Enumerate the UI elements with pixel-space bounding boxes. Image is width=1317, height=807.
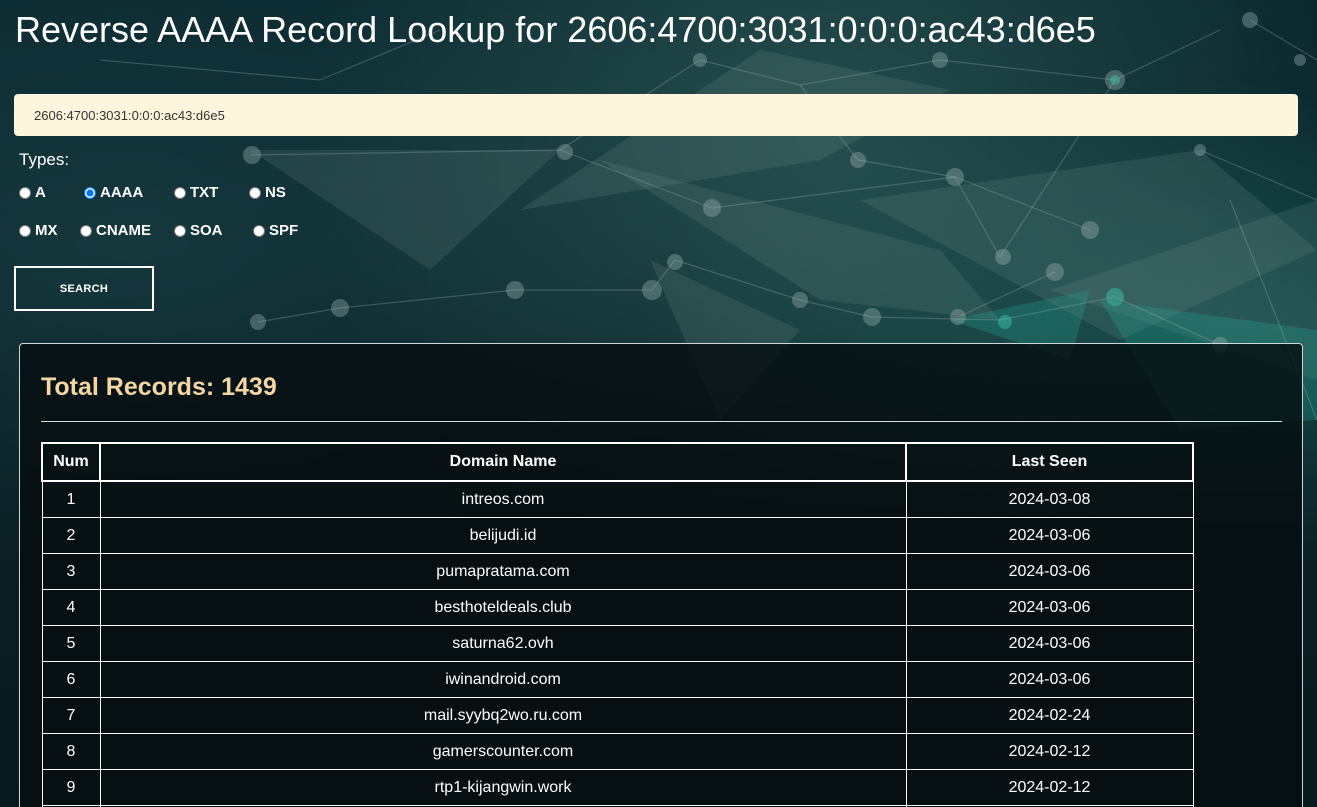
- row-domain[interactable]: intreos.com: [99, 480, 907, 518]
- type-radio-txt[interactable]: [174, 186, 186, 199]
- results-panel: Total Records: 1439 Num Domain Name Last…: [19, 343, 1303, 807]
- types-label: Types:: [19, 150, 70, 169]
- type-option-label: TXT: [190, 184, 219, 201]
- type-option-label: CNAME: [96, 222, 151, 239]
- type-option-ns[interactable]: NS: [249, 184, 286, 201]
- divider: [41, 421, 1282, 422]
- row-num: 2: [41, 517, 101, 554]
- type-option-label: MX: [35, 222, 58, 239]
- row-last-seen: 2024-02-24: [905, 697, 1194, 734]
- total-records: Total Records: 1439: [41, 373, 277, 401]
- type-radio-spf[interactable]: [253, 224, 265, 237]
- row-num: 7: [41, 697, 101, 734]
- row-domain[interactable]: rtp1-kijangwin.work: [99, 769, 907, 806]
- search-button[interactable]: SEARCH: [14, 266, 154, 311]
- table-row: 6 iwinandroid.com 2024-03-06: [41, 661, 1194, 698]
- type-radio-ns[interactable]: [249, 186, 261, 199]
- table-row: 2 belijudi.id 2024-03-06: [41, 517, 1194, 554]
- row-last-seen: 2024-03-08: [905, 480, 1194, 518]
- type-option-label: SPF: [269, 222, 299, 239]
- row-last-seen: 2024-03-06: [905, 517, 1194, 554]
- records-table: Num Domain Name Last Seen 1 intreos.com …: [41, 442, 1194, 807]
- row-num: 9: [41, 769, 101, 806]
- row-domain[interactable]: besthoteldeals.club: [99, 589, 907, 626]
- row-last-seen: 2024-02-12: [905, 733, 1194, 770]
- row-num: 5: [41, 625, 101, 662]
- row-num: 3: [41, 553, 101, 590]
- table-header-row: Num Domain Name Last Seen: [41, 442, 1194, 482]
- table-row: 4 besthoteldeals.club 2024-03-06: [41, 589, 1194, 626]
- row-domain[interactable]: belijudi.id: [99, 517, 907, 554]
- row-domain[interactable]: pumapratama.com: [99, 553, 907, 590]
- type-option-label: A: [35, 184, 46, 201]
- row-last-seen: 2024-02-12: [905, 769, 1194, 806]
- row-domain[interactable]: iwinandroid.com: [99, 661, 907, 698]
- row-last-seen: 2024-03-06: [905, 661, 1194, 698]
- row-last-seen: 2024-03-06: [905, 589, 1194, 626]
- type-radio-soa[interactable]: [174, 224, 186, 237]
- table-row: 3 pumapratama.com 2024-03-06: [41, 553, 1194, 590]
- type-option-label: AAAA: [100, 184, 144, 201]
- type-option-cname[interactable]: CNAME: [80, 222, 151, 239]
- type-option-label: NS: [265, 184, 286, 201]
- row-domain[interactable]: saturna62.ovh: [99, 625, 907, 662]
- type-option-a[interactable]: A: [19, 184, 46, 201]
- search-input[interactable]: [14, 94, 1298, 136]
- row-last-seen: 2024-03-06: [905, 625, 1194, 662]
- column-header-num: Num: [41, 442, 101, 482]
- type-option-spf[interactable]: SPF: [253, 222, 298, 239]
- row-num: 4: [41, 589, 101, 626]
- type-radio-aaaa[interactable]: [84, 186, 96, 199]
- table-row: 5 saturna62.ovh 2024-03-06: [41, 625, 1194, 662]
- row-num: 1: [41, 480, 101, 518]
- type-option-mx[interactable]: MX: [19, 222, 58, 239]
- table-row: 8 gamerscounter.com 2024-02-12: [41, 733, 1194, 770]
- type-option-soa[interactable]: SOA: [174, 222, 223, 239]
- type-radio-mx[interactable]: [19, 224, 31, 237]
- row-domain[interactable]: gamerscounter.com: [99, 733, 907, 770]
- column-header-last-seen: Last Seen: [905, 442, 1194, 482]
- row-domain[interactable]: mail.syybq2wo.ru.com: [99, 697, 907, 734]
- type-option-aaaa[interactable]: AAAA: [84, 184, 143, 201]
- row-last-seen: 2024-03-06: [905, 553, 1194, 590]
- type-option-label: SOA: [190, 222, 223, 239]
- type-radio-cname[interactable]: [80, 224, 92, 237]
- table-row: 7 mail.syybq2wo.ru.com 2024-02-24: [41, 697, 1194, 734]
- column-header-domain: Domain Name: [99, 442, 907, 482]
- table-row: 1 intreos.com 2024-03-08: [41, 480, 1194, 518]
- type-option-txt[interactable]: TXT: [174, 184, 218, 201]
- row-num: 8: [41, 733, 101, 770]
- type-radio-a[interactable]: [19, 186, 31, 199]
- table-row: 9 rtp1-kijangwin.work 2024-02-12: [41, 769, 1194, 806]
- page-title: Reverse AAAA Record Lookup for 2606:4700…: [15, 9, 1096, 50]
- row-num: 6: [41, 661, 101, 698]
